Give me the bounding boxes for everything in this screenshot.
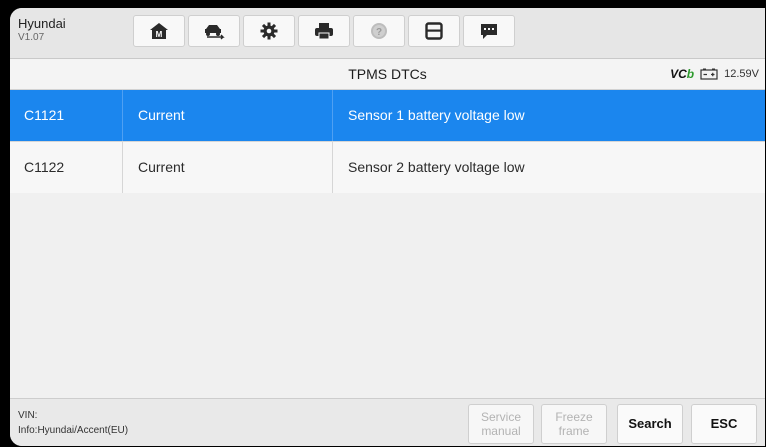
top-toolbar: Hyundai V1.07 M ?: [10, 8, 765, 59]
dtc-description: Sensor 1 battery voltage low: [348, 107, 525, 123]
svg-text:?: ?: [376, 27, 382, 38]
dtc-status: Current: [138, 159, 185, 175]
vci-suffix: b: [686, 67, 695, 81]
freeze-frame-button[interactable]: Freeze frame: [541, 404, 607, 444]
battery-voltage: 12.59V: [724, 68, 759, 80]
vin-label: VIN:: [18, 410, 38, 421]
vehicle-make: Hyundai: [18, 16, 66, 31]
software-version: V1.07: [18, 32, 45, 43]
empty-list-area: [10, 193, 765, 398]
vehicle-info-text: Info:Hyundai/Accent(EU): [18, 425, 129, 436]
esc-button[interactable]: ESC: [691, 404, 757, 444]
bottom-bar: VIN: Info:Hyundai/Accent(EU) Service man…: [10, 398, 765, 446]
vehicle-info-footer: VIN: Info:Hyundai/Accent(EU): [18, 408, 128, 438]
home-icon: M: [150, 23, 168, 39]
page-title: TPMS DTCs: [348, 66, 427, 82]
vci-label: VC: [670, 67, 687, 81]
battery-icon: [700, 68, 718, 80]
vci-connection-indicator: VCb: [670, 67, 694, 81]
title-bar: TPMS DTCs VCb 12.59V: [10, 59, 765, 90]
save-button[interactable]: [408, 15, 460, 47]
dtc-code: C1122: [24, 159, 65, 175]
dtc-list: C1121 Current Sensor 1 battery voltage l…: [10, 90, 765, 194]
vehicle-swap-button[interactable]: [188, 15, 240, 47]
help-button[interactable]: ?: [353, 15, 405, 47]
service-manual-button[interactable]: Service manual: [468, 404, 534, 444]
vehicle-swap-icon: [205, 25, 225, 40]
column-divider: [122, 142, 123, 193]
data-logging-icon: [481, 24, 497, 39]
column-divider: [332, 142, 333, 193]
dtc-row[interactable]: C1121 Current Sensor 1 battery voltage l…: [10, 90, 765, 142]
data-logging-button[interactable]: [463, 15, 515, 47]
dtc-code: C1121: [24, 107, 65, 123]
settings-gear-icon: [260, 22, 278, 40]
column-divider: [332, 90, 333, 141]
vehicle-info: Hyundai V1.07: [18, 16, 66, 45]
print-icon: [315, 23, 333, 40]
settings-button[interactable]: [243, 15, 295, 47]
print-button[interactable]: [298, 15, 350, 47]
svg-text:M: M: [156, 30, 163, 39]
status-area: VCb 12.59V: [670, 67, 759, 81]
column-divider: [122, 90, 123, 141]
dtc-status: Current: [138, 107, 185, 123]
dtc-description: Sensor 2 battery voltage low: [348, 159, 525, 175]
dtc-row[interactable]: C1122 Current Sensor 2 battery voltage l…: [10, 142, 765, 194]
home-button[interactable]: M: [133, 15, 185, 47]
search-button[interactable]: Search: [617, 404, 683, 444]
help-icon: ?: [371, 23, 387, 39]
save-icon: [425, 22, 443, 40]
app-screen: Hyundai V1.07 M ? TPMS DTCs VCb 12.59V C…: [10, 8, 765, 446]
